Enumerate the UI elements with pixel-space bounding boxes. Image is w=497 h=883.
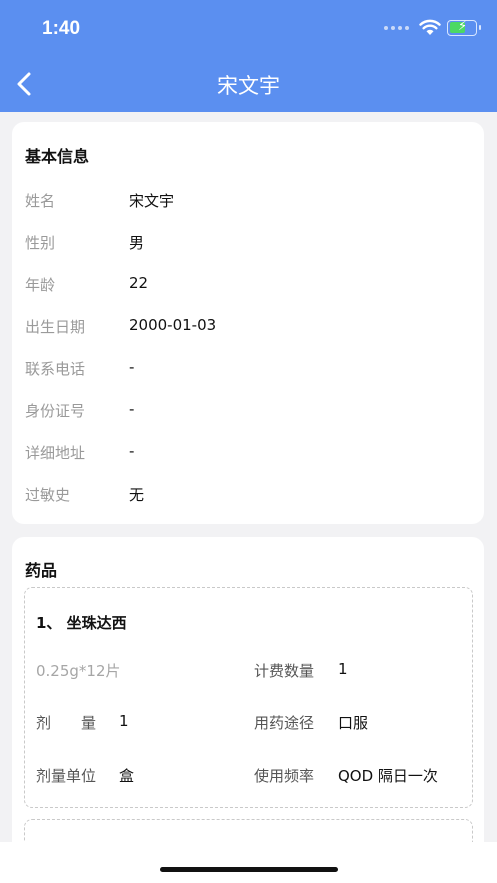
medicine-spec: 0.25g*12片 bbox=[36, 662, 121, 680]
info-value: 男 bbox=[129, 234, 145, 252]
basic-info-card: 基本信息 姓名 宋文宇 性别 男 年龄 22 出生日期 2000-01-03 联… bbox=[12, 122, 484, 524]
info-label: 身份证号 bbox=[25, 402, 86, 420]
info-label: 年龄 bbox=[25, 276, 56, 294]
medicine-title: 药品 bbox=[25, 561, 58, 580]
top-bar: 1:40 ⚡ 宋文宇 bbox=[0, 0, 497, 112]
info-label: 详细地址 bbox=[25, 444, 86, 462]
info-value: 宋文宇 bbox=[129, 192, 175, 210]
frequency-value: QOD 隔日一次 bbox=[338, 767, 438, 785]
billing-qty-label: 计费数量 bbox=[254, 662, 315, 680]
basic-info-title: 基本信息 bbox=[25, 147, 90, 166]
info-value: 无 bbox=[129, 486, 145, 504]
info-value: - bbox=[129, 358, 135, 376]
battery-charging-icon: ⚡ bbox=[447, 19, 481, 36]
info-value: 22 bbox=[129, 274, 149, 292]
dose-label: 剂 量 bbox=[36, 714, 97, 732]
medicine-item: 1、 坐珠达西 0.25g*12片 计费数量 1 剂 量 1 用药途径 口服 剂… bbox=[24, 587, 473, 808]
info-label: 姓名 bbox=[25, 192, 56, 210]
info-label: 出生日期 bbox=[25, 318, 86, 336]
route-value: 口服 bbox=[338, 714, 369, 732]
route-label: 用药途径 bbox=[254, 714, 315, 732]
info-value: - bbox=[129, 400, 135, 418]
info-label: 过敏史 bbox=[25, 486, 71, 504]
medicine-name: 1、 坐珠达西 bbox=[36, 614, 127, 632]
medicine-card: 药品 1、 坐珠达西 0.25g*12片 计费数量 1 剂 量 1 用药途径 口… bbox=[12, 537, 484, 867]
bottom-safe-area bbox=[0, 842, 497, 883]
status-icons: ⚡ bbox=[384, 19, 481, 36]
info-value: 2000-01-03 bbox=[129, 316, 217, 334]
cellular-signal-icon bbox=[384, 25, 409, 30]
info-label: 性别 bbox=[25, 234, 56, 252]
wifi-icon bbox=[419, 19, 441, 35]
frequency-label: 使用频率 bbox=[254, 767, 315, 785]
status-time: 1:40 bbox=[42, 18, 81, 39]
page-title: 宋文宇 bbox=[217, 74, 280, 98]
unit-value: 盒 bbox=[119, 767, 135, 785]
info-label: 联系电话 bbox=[25, 360, 86, 378]
unit-label: 剂量单位 bbox=[36, 767, 97, 785]
billing-qty-value: 1 bbox=[338, 660, 348, 678]
home-indicator[interactable] bbox=[160, 867, 338, 872]
info-value: - bbox=[129, 442, 135, 460]
dose-value: 1 bbox=[119, 712, 129, 730]
